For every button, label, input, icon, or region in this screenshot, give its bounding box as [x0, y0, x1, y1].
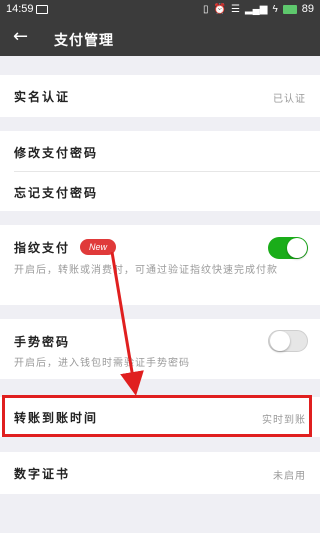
charging-icon: ϟ [272, 3, 278, 15]
status-time: 14:59 [6, 3, 34, 15]
signal-icon: ▂▄▆ [244, 3, 268, 15]
gesture-description: 开启后，进入钱包时需验证手势密码 [14, 358, 190, 369]
status-bar: 14:59 ▯ ⏰ ☰ ▂▄▆ ϟ 89 [0, 0, 320, 20]
fingerprint-section: 指纹支付 开启后，转账或消费时，可通过验证指纹快速完成付款 [0, 225, 320, 305]
mail-icon [36, 5, 48, 14]
real-name-row[interactable]: 实名认证 已认证 [0, 75, 320, 117]
change-password-label: 修改支付密码 [14, 146, 99, 160]
fingerprint-toggle[interactable] [268, 237, 308, 259]
gesture-toggle[interactable] [268, 330, 308, 352]
real-name-label: 实名认证 [14, 90, 71, 104]
notification-icon: ☰ [231, 3, 240, 15]
certificate-row[interactable]: 数字证书 未启用 [0, 452, 320, 494]
gesture-label: 手势密码 [14, 335, 71, 349]
certificate-status: 未启用 [273, 471, 306, 482]
header: ← 支付管理 [0, 20, 320, 56]
fingerprint-description: 开启后，转账或消费时，可通过验证指纹快速完成付款 [14, 265, 278, 276]
page-title: 支付管理 [54, 33, 114, 49]
certificate-label: 数字证书 [14, 467, 71, 481]
change-password-row[interactable]: 修改支付密码 [0, 131, 320, 171]
gesture-section: 手势密码 开启后，进入钱包时需验证手势密码 [0, 319, 320, 379]
forgot-password-row[interactable]: 忘记支付密码 [0, 172, 320, 211]
forgot-password-label: 忘记支付密码 [14, 186, 99, 200]
battery-icon [282, 4, 297, 14]
vibrate-icon: ▯ [203, 3, 209, 15]
battery-level: 89 [301, 3, 314, 15]
status-icons: ▯ ⏰ ☰ ▂▄▆ ϟ 89 [203, 3, 314, 15]
new-badge: New [80, 239, 116, 255]
alarm-icon: ⏰ [213, 3, 227, 15]
toggle-knob [287, 238, 307, 258]
fingerprint-label: 指纹支付 [14, 241, 71, 255]
password-section: 修改支付密码 忘记支付密码 [0, 131, 320, 211]
arrow-left-icon[interactable]: ← [13, 27, 28, 47]
highlight-annotation [2, 395, 312, 437]
real-name-status: 已认证 [273, 94, 306, 105]
toggle-knob [270, 331, 290, 351]
